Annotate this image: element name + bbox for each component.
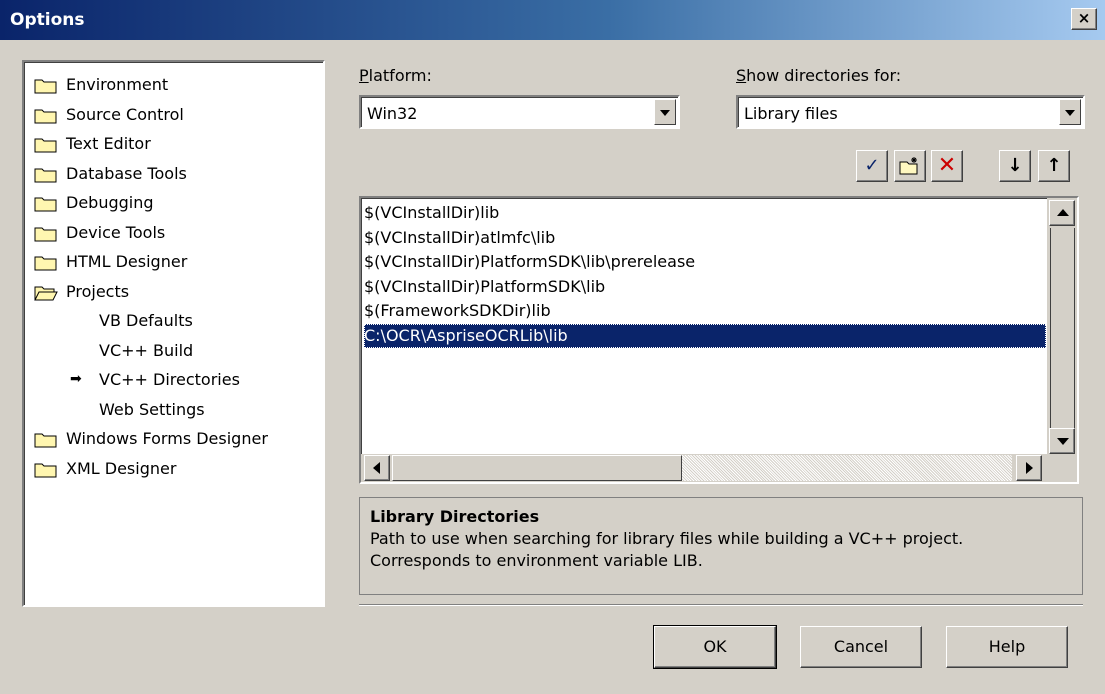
scroll-left-button[interactable] (364, 455, 390, 481)
category-tree[interactable]: Environment Source Control Text Editor Data… (22, 60, 325, 607)
cancel-button[interactable]: Cancel (800, 626, 922, 668)
tree-item-label: Debugging (66, 193, 154, 212)
vertical-scroll-track[interactable] (1050, 228, 1075, 428)
tree-item-label: Projects (66, 281, 130, 301)
tree-item-label: HTML Designer (66, 252, 188, 271)
tree-item-windows-forms-designer[interactable]: Windows Forms Designer (24, 424, 323, 454)
description-line-1: Path to use when searching for library f… (370, 529, 964, 548)
tree-item-xml-designer[interactable]: XML Designer (24, 454, 323, 484)
close-icon: × (1077, 9, 1091, 27)
scroll-right-button[interactable] (1016, 455, 1042, 481)
folder-icon (34, 433, 57, 448)
arrow-down-icon (1057, 438, 1069, 445)
folder-icon (34, 463, 57, 477)
tree-item-label: VC++ Build (99, 340, 194, 360)
apply-button[interactable]: ✓ (856, 150, 888, 182)
scroll-down-button[interactable] (1049, 428, 1075, 454)
tree-item-source-control[interactable]: Source Control (24, 100, 323, 130)
scroll-up-button[interactable] (1049, 200, 1075, 226)
horizontal-scrollbar[interactable] (361, 454, 1047, 482)
ok-button[interactable]: OK (653, 625, 777, 669)
directory-row[interactable]: $(VCInstallDir)PlatformSDK\lib\prereleas… (364, 250, 695, 274)
separator (359, 604, 1083, 606)
tree-item-environment[interactable]: Environment (24, 70, 323, 100)
close-button[interactable]: × (1071, 8, 1097, 30)
description-heading: Library Directories (370, 507, 540, 526)
chevron-down-icon (1065, 110, 1075, 116)
title-bar: Options × (0, 0, 1105, 40)
tree-item-label: XML Designer (66, 458, 177, 478)
tree-item-label: Text Editor (66, 134, 151, 153)
new-folder-icon (899, 157, 918, 175)
open-folder-icon (34, 286, 58, 300)
tree-item-text-editor[interactable]: Text Editor (24, 129, 323, 159)
tree-item-database-tools[interactable]: Database Tools (24, 159, 323, 189)
window-title: Options (10, 10, 85, 30)
tree-item-vc-build[interactable]: VC++ Build (24, 336, 323, 366)
directory-row[interactable]: $(VCInstallDir)lib (364, 201, 499, 225)
tree-item-device-tools[interactable]: Device Tools (24, 218, 323, 248)
directory-list[interactable]: $(VCInstallDir)lib $(VCInstallDir)atlmfc\… (359, 196, 1079, 484)
move-down-button[interactable]: ↓ (999, 150, 1031, 182)
tree-item-vb-defaults[interactable]: VB Defaults (24, 306, 323, 336)
arrow-down-icon: ↓ (1007, 155, 1023, 176)
arrow-up-icon: ↑ (1046, 155, 1062, 176)
tree-item-label: Source Control (66, 104, 184, 124)
arrow-up-icon (1057, 209, 1069, 216)
description-line-2: Corresponds to environment variable LIB. (370, 551, 703, 570)
folder-icon (34, 227, 57, 241)
checkmark-icon: ✓ (864, 155, 880, 176)
arrow-right-icon: ➡ (70, 371, 82, 387)
delete-icon: ✕ (937, 153, 957, 178)
folder-icon (34, 138, 57, 153)
directory-row[interactable]: $(FrameworkSDKDir)lib (364, 299, 551, 323)
tree-item-label: Database Tools (66, 163, 187, 183)
folder-icon (34, 168, 57, 182)
tree-item-label: Web Settings (99, 399, 205, 419)
horizontal-scroll-thumb[interactable] (392, 455, 682, 481)
description-panel: Library Directories Path to use when sea… (359, 497, 1083, 595)
tree-item-html-designer[interactable]: HTML Designer (24, 247, 323, 277)
folder-icon (34, 197, 57, 212)
folder-icon (34, 79, 57, 94)
move-up-button[interactable]: ↑ (1038, 150, 1070, 182)
tree-item-web-settings[interactable]: Web Settings (24, 395, 323, 425)
help-button[interactable]: Help (946, 626, 1068, 668)
tree-item-label: Windows Forms Designer (66, 429, 268, 448)
tree-item-label: Device Tools (66, 222, 166, 242)
folder-icon (34, 109, 57, 123)
scroll-corner (1047, 454, 1077, 482)
show-directories-label: Show directories for: (736, 66, 902, 85)
show-directories-dropdown-button[interactable] (1059, 99, 1081, 125)
tree-item-label: Environment (66, 75, 169, 94)
platform-value: Win32 (367, 104, 418, 123)
directory-row-selected[interactable]: C:\OCR\AspriseOCRLib\lib (364, 323, 1046, 348)
platform-select[interactable]: Win32 (359, 95, 680, 129)
folder-icon (34, 256, 57, 271)
tree-item-debugging[interactable]: Debugging (24, 188, 323, 218)
chevron-down-icon (660, 110, 670, 116)
arrow-left-icon (373, 462, 380, 474)
tree-item-vc-directories[interactable]: ➡ VC++ Directories (24, 365, 323, 395)
directory-row[interactable]: $(VCInstallDir)PlatformSDK\lib (364, 275, 605, 299)
delete-button[interactable]: ✕ (931, 150, 963, 182)
arrow-right-icon (1026, 462, 1033, 474)
tree-item-label: VB Defaults (99, 311, 193, 330)
platform-dropdown-button[interactable] (654, 99, 676, 125)
tree-item-label: VC++ Directories (99, 370, 240, 389)
horizontal-scroll-track[interactable] (682, 455, 1012, 481)
new-line-button[interactable] (894, 150, 926, 182)
platform-label: Platform: (359, 66, 432, 85)
vertical-scrollbar[interactable] (1047, 198, 1077, 456)
directory-row[interactable]: $(VCInstallDir)atlmfc\lib (364, 226, 555, 250)
show-directories-value: Library files (744, 104, 838, 123)
tree-item-projects[interactable]: Projects (24, 277, 323, 307)
show-directories-select[interactable]: Library files (736, 95, 1085, 129)
